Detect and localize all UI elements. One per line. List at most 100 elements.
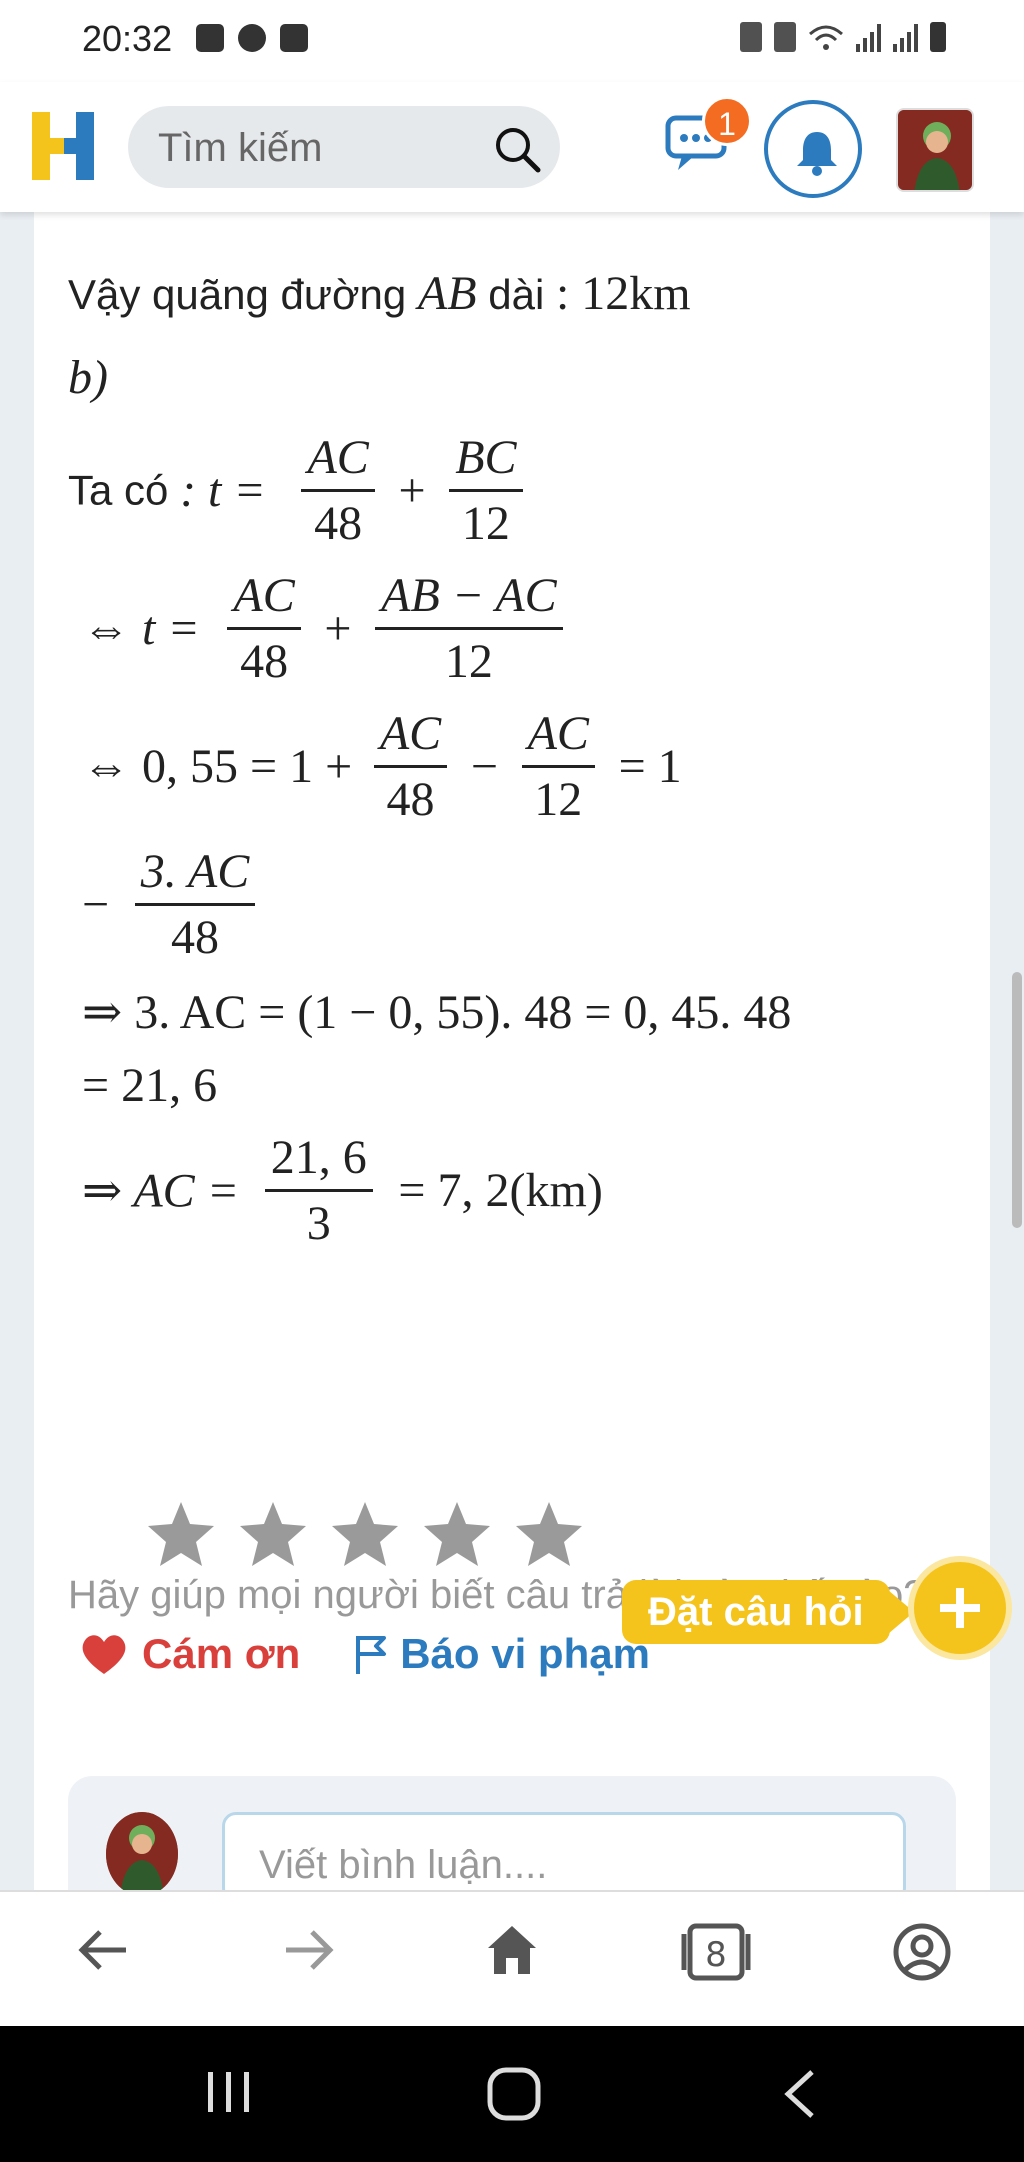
- math-line-5: ⇒ 3. AC = (1 − 0, 55). 48 = 0, 45. 48: [82, 986, 792, 1039]
- bell-icon: [797, 132, 837, 176]
- tabs-icon[interactable]: 8: [680, 1922, 752, 1982]
- comment-avatar: [106, 1812, 178, 1896]
- scrollbar[interactable]: [1012, 972, 1022, 1228]
- back-system-icon[interactable]: [780, 2066, 820, 2122]
- l7-fraction: 21, 63: [264, 1130, 373, 1251]
- profile-icon[interactable]: [892, 1922, 952, 1982]
- star-icon[interactable]: [330, 1500, 400, 1568]
- ask-question-button[interactable]: Đặt câu hỏi: [622, 1580, 914, 1644]
- l2-f1-num: AC: [227, 568, 301, 630]
- forward-arrow-icon[interactable]: [280, 1922, 336, 1978]
- l1-f2-den: 12: [461, 497, 510, 550]
- conclusion-ab: AB: [417, 267, 477, 320]
- l7-f-den: 3: [306, 1197, 331, 1250]
- conclusion-line: Vậy quãng đường AB dài : 12km: [68, 266, 691, 321]
- l2-f1-den: 48: [240, 635, 289, 688]
- l2-f2-num: AB − AC: [375, 568, 563, 630]
- mute-icon: [774, 22, 796, 52]
- browser-bottom-nav: 8: [0, 1890, 1024, 2026]
- back-arrow-icon[interactable]: [76, 1922, 132, 1978]
- l1-f1-den: 48: [314, 497, 363, 550]
- star-icon[interactable]: [146, 1500, 216, 1568]
- lock-icon: [740, 22, 762, 52]
- math-line-2: ⇔ t = AC 48 + AB − AC 12: [82, 568, 563, 689]
- l1-f1-num: AC: [301, 430, 375, 492]
- system-status-icons: [740, 22, 946, 52]
- l1-f2-num: BC: [449, 430, 523, 492]
- l3-fraction-1: AC 48: [373, 706, 448, 827]
- math-line-4: − 3. AC 48: [82, 844, 256, 965]
- l3-lhs: ⇔ 0, 55 = 1 +: [82, 740, 353, 793]
- home-icon[interactable]: [484, 1922, 540, 1978]
- star-icon[interactable]: [514, 1500, 584, 1568]
- recent-apps-icon[interactable]: [204, 2066, 256, 2118]
- comment-placeholder: Viết bình luận....: [259, 1843, 548, 1887]
- status-bar: 20:32: [0, 0, 1024, 82]
- l3-f1-num: AC: [373, 706, 448, 768]
- heart-icon: [82, 1635, 126, 1674]
- app-header: Tìm kiếm 1: [0, 82, 1024, 212]
- user-avatar[interactable]: [896, 108, 974, 192]
- hoc24-logo-icon[interactable]: [30, 108, 102, 184]
- star-icon[interactable]: [238, 1500, 308, 1568]
- report-button[interactable]: Báo vi phạm: [354, 1630, 650, 1678]
- l3-f2-den: 12: [534, 773, 583, 826]
- svg-text:8: 8: [705, 1935, 727, 1975]
- l2-fraction-1: AC 48: [227, 568, 301, 689]
- conclusion-value: : 12km: [555, 267, 691, 320]
- search-icon[interactable]: [492, 124, 542, 174]
- plus-icon-v: [956, 1588, 964, 1628]
- wifi-icon: [809, 25, 843, 50]
- l3-f1-den: 48: [386, 773, 435, 826]
- avatar-image: [898, 110, 972, 190]
- part-b-label: b): [68, 351, 108, 404]
- l4-f-num: 3. AC: [134, 844, 256, 906]
- ta-co-text: Ta có: [68, 466, 169, 514]
- conclusion-text: Vậy quãng đường: [68, 271, 407, 318]
- l1-plus: +: [398, 464, 426, 517]
- messenger-notification-icon: [238, 24, 266, 52]
- home-system-icon[interactable]: [486, 2066, 542, 2122]
- status-time: 20:32: [82, 18, 173, 59]
- l2-plus: +: [324, 602, 352, 655]
- l3-f2-num: AC: [521, 706, 595, 768]
- gallery-notification-icon: [196, 24, 224, 52]
- ask-plus-button[interactable]: [908, 1556, 1012, 1660]
- app-notification-icon: [280, 24, 308, 52]
- l3-minus: −: [470, 740, 498, 793]
- l4-minus: −: [82, 878, 110, 931]
- l2-lhs: ⇔ t =: [82, 602, 200, 655]
- chat-badge: 1: [702, 96, 752, 146]
- flag-icon: [356, 1636, 387, 1674]
- system-navigation-bar: [0, 2026, 1024, 2162]
- answer-actions: Cám ơn Báo vi phạm: [80, 1630, 650, 1678]
- avatar-image: [106, 1812, 178, 1896]
- notification-icons: [196, 24, 308, 52]
- l3-rhs: = 1: [618, 740, 682, 793]
- thanks-label: Cám ơn: [142, 1630, 301, 1677]
- rating-stars: [146, 1500, 584, 1568]
- signal-2-icon: [893, 22, 918, 52]
- math-line-7: ⇒ AC = 21, 63 = 7, 2(km): [82, 1130, 603, 1251]
- comment-input[interactable]: Viết bình luận....: [222, 1812, 906, 1902]
- l2-f2-den: 12: [444, 635, 493, 688]
- l2-fraction-2: AB − AC 12: [375, 568, 563, 689]
- l1-fraction-2: BC 12: [449, 430, 523, 551]
- notification-bell-button[interactable]: [764, 100, 862, 198]
- l4-fraction: 3. AC 48: [134, 844, 256, 965]
- math-line-1: Ta có : t = AC 48 + BC 12: [68, 430, 523, 551]
- search-bar[interactable]: Tìm kiếm: [128, 106, 560, 188]
- l7-rhs: = 7, 2(km): [398, 1164, 603, 1217]
- star-icon[interactable]: [422, 1500, 492, 1568]
- math-line-6: = 21, 6: [82, 1059, 218, 1112]
- search-input[interactable]: Tìm kiếm: [158, 126, 322, 171]
- conclusion-dai: dài: [488, 271, 545, 318]
- battery-icon: [930, 22, 946, 52]
- comment-section: Viết bình luận....: [68, 1776, 956, 1902]
- l7-lhs: ⇒ AC =: [82, 1164, 240, 1218]
- thanks-button[interactable]: Cám ơn: [80, 1630, 300, 1678]
- report-label: Báo vi phạm: [400, 1630, 650, 1677]
- l1-lhs: : t =: [180, 464, 266, 517]
- l1-fraction-1: AC 48: [301, 430, 375, 551]
- l7-f-num: 21, 6: [264, 1130, 373, 1192]
